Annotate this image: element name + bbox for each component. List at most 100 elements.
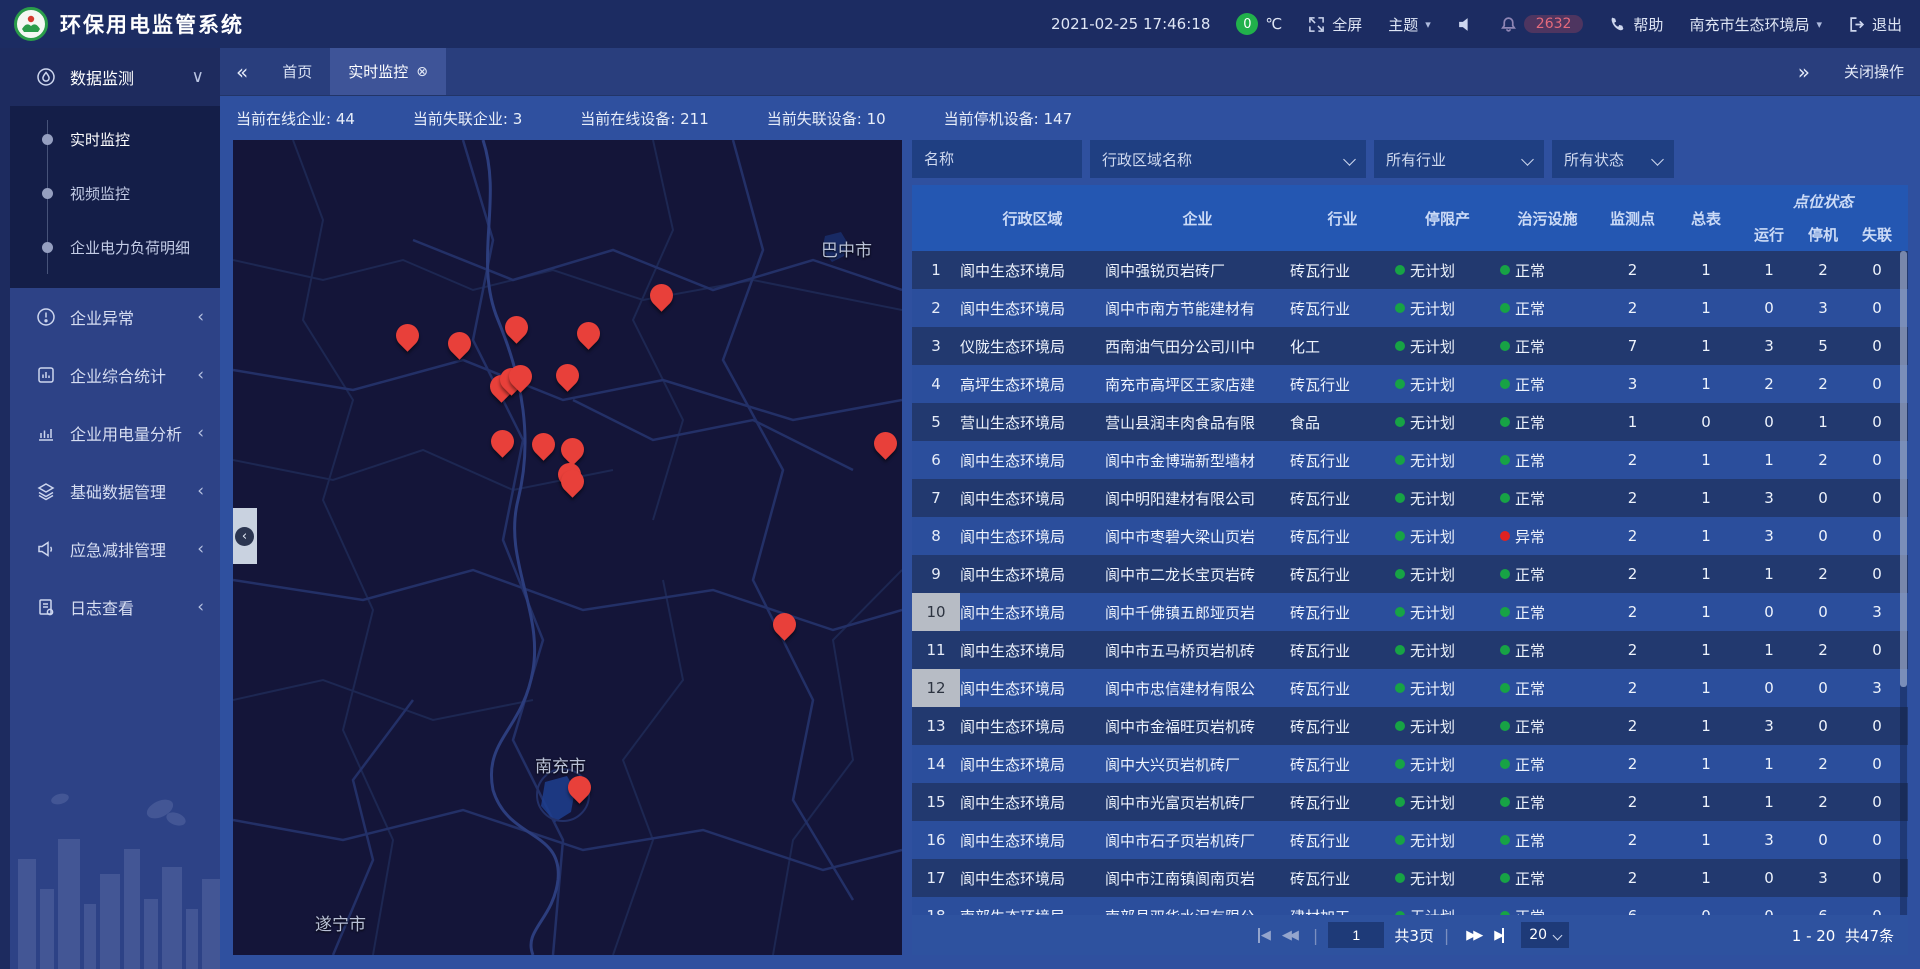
pagination-bar: ◀ ◀◀ | 共3页 | ▶▶ ▶ 20 1 - 20 共47条 — [912, 915, 1908, 955]
speaker-icon — [1457, 16, 1474, 33]
sidebar-item-5[interactable]: 应急减排管理‹ — [10, 520, 220, 578]
tabs-scroll-right-icon[interactable]: » — [1782, 60, 1826, 84]
map-panel[interactable]: 巴中市南充市遂宁市 ‹ — [233, 140, 902, 955]
region-filter-select[interactable]: 行政区域名称 — [1090, 140, 1366, 178]
sidebar-item-6[interactable]: 日志查看‹ — [10, 578, 220, 636]
tab-close-icon[interactable]: ⊗ — [416, 64, 428, 80]
bullet-dot-icon — [42, 134, 53, 145]
theme-menu[interactable]: 主题▾ — [1388, 14, 1431, 35]
chevron-left-icon: ‹ — [197, 307, 204, 327]
sidebar-subitem-0-2[interactable]: 企业电力负荷明细 — [10, 220, 220, 274]
fullscreen-button[interactable]: 全屏 — [1308, 14, 1362, 35]
help-button[interactable]: 帮助 — [1609, 14, 1663, 35]
table-cell: 1 — [1796, 403, 1850, 441]
table-cell: 阆中大兴页岩机砖厂 — [1105, 745, 1290, 783]
table-cell: 无计划 — [1395, 365, 1500, 403]
table-cell: 0 — [1796, 821, 1850, 859]
sidebar-item-1[interactable]: 企业异常 ‹ — [10, 288, 220, 346]
industry-filter-select[interactable]: 所有行业 — [1374, 140, 1544, 178]
table-cell: 2 — [1742, 365, 1796, 403]
notifications[interactable]: 2632 — [1500, 15, 1584, 33]
table-cell: 阆中市五马桥页岩机砖 — [1105, 631, 1290, 669]
table-cell: 0 — [1742, 859, 1796, 897]
sidebar-subitem-0-0[interactable]: 实时监控 — [10, 112, 220, 166]
table-cell: 正常 — [1500, 859, 1595, 897]
table-row[interactable]: 15阆中生态环境局阆中市光富页岩机砖厂砖瓦行业无计划正常21120 — [912, 783, 1908, 821]
sidebar-item-4[interactable]: 基础数据管理‹ — [10, 462, 220, 520]
table-cell: 0 — [1850, 479, 1904, 517]
table-row[interactable]: 17阆中生态环境局阆中市江南镇阆南页岩砖瓦行业无计划正常21030 — [912, 859, 1908, 897]
table-cell: 阆中强锐页岩砖厂 — [1105, 251, 1290, 289]
table-row[interactable]: 4高坪生态环境局南充市高坪区王家店建砖瓦行业无计划正常31220 — [912, 365, 1908, 403]
name-filter-input[interactable] — [912, 140, 1082, 178]
table-cell: 2 — [1595, 441, 1670, 479]
table-row[interactable]: 11阆中生态环境局阆中市五马桥页岩机砖砖瓦行业无计划正常21120 — [912, 631, 1908, 669]
logout-button[interactable]: 退出 — [1848, 14, 1902, 35]
table-row[interactable]: 12阆中生态环境局阆中市忠信建材有限公砖瓦行业无计划正常21003 — [912, 669, 1908, 707]
table-cell: 1 — [912, 251, 960, 289]
sidebar-item-2[interactable]: 企业综合统计‹ — [10, 346, 220, 404]
filter-bar: 行政区域名称 所有行业 所有状态 — [912, 140, 1908, 178]
first-page-icon[interactable]: ◀ — [1258, 928, 1268, 943]
table-cell: 2 — [1595, 289, 1670, 327]
sidebar-item-0[interactable]: 数据监测∨ — [10, 48, 220, 106]
table-cell: 0 — [1850, 555, 1904, 593]
table-cell: 阆中千佛镇五郎垭页岩 — [1105, 593, 1290, 631]
table-cell: 阆中生态环境局 — [960, 517, 1105, 555]
table-cell: 12 — [912, 669, 960, 707]
chevron-left-icon: ‹ — [197, 539, 204, 559]
table-row[interactable]: 7阆中生态环境局阆中明阳建材有限公司砖瓦行业无计划正常21300 — [912, 479, 1908, 517]
table-row[interactable]: 10阆中生态环境局阆中千佛镇五郎垭页岩砖瓦行业无计划正常21003 — [912, 593, 1908, 631]
status-filter-select[interactable]: 所有状态 — [1552, 140, 1674, 178]
table-row[interactable]: 14阆中生态环境局阆中大兴页岩机砖厂砖瓦行业无计划正常21120 — [912, 745, 1908, 783]
table-cell: 1 — [1742, 631, 1796, 669]
table-row[interactable]: 8阆中生态环境局阆中市枣碧大梁山页岩砖瓦行业无计划异常21300 — [912, 517, 1908, 555]
table-cell: 无计划 — [1395, 289, 1500, 327]
table-cell: 2 — [1796, 251, 1850, 289]
table-row[interactable]: 6阆中生态环境局阆中市金博瑞新型墙材砖瓦行业无计划正常21120 — [912, 441, 1908, 479]
page-number-input[interactable] — [1328, 922, 1384, 948]
tab-realtime-monitor[interactable]: 实时监控 ⊗ — [330, 48, 446, 95]
table-row[interactable]: 9阆中生态环境局阆中市二龙长宝页岩砖砖瓦行业无计划正常21120 — [912, 555, 1908, 593]
table-cell: 正常 — [1500, 289, 1595, 327]
table-cell: 0 — [1850, 365, 1904, 403]
sidebar-item-3[interactable]: 企业用电量分析‹ — [10, 404, 220, 462]
table-row[interactable]: 5营山生态环境局营山县润丰肉食品有限食品无计划正常10010 — [912, 403, 1908, 441]
last-page-icon[interactable]: ▶ — [1494, 928, 1504, 943]
table-cell: 0 — [1796, 517, 1850, 555]
table-cell: 0 — [1796, 479, 1850, 517]
sidebar-collapse-handle[interactable]: ‹ — [233, 508, 257, 564]
chevron-down-icon — [1651, 153, 1664, 166]
table-row[interactable]: 1阆中生态环境局阆中强锐页岩砖厂砖瓦行业无计划正常21120 — [912, 251, 1908, 289]
table-cell: 3 — [912, 327, 960, 365]
chevron-left-icon: ‹ — [197, 597, 204, 617]
table-cell: 2 — [1595, 745, 1670, 783]
table-cell: 阆中生态环境局 — [960, 631, 1105, 669]
next-page-icon[interactable]: ▶▶ — [1466, 928, 1480, 943]
close-operations-button[interactable]: 关闭操作 — [1844, 61, 1904, 82]
table-cell: 阆中市南方节能建材有 — [1105, 289, 1290, 327]
sidebar-subitem-0-1[interactable]: 视频监控 — [10, 166, 220, 220]
table-cell: 砖瓦行业 — [1290, 555, 1395, 593]
table-row[interactable]: 2阆中生态环境局阆中市南方节能建材有砖瓦行业无计划正常21030 — [912, 289, 1908, 327]
table-row[interactable]: 13阆中生态环境局阆中市金福旺页岩机砖砖瓦行业无计划正常21300 — [912, 707, 1908, 745]
tab-home[interactable]: 首页 — [264, 48, 330, 95]
status-dot-icon — [1395, 721, 1405, 731]
page-size-select[interactable]: 20 — [1521, 922, 1569, 948]
table-row[interactable]: 3仪陇生态环境局西南油气田分公司川中化工无计划正常71350 — [912, 327, 1908, 365]
sidebar-item-label: 企业异常 — [70, 305, 134, 329]
org-menu[interactable]: 南充市生态环境局▾ — [1689, 14, 1822, 35]
sidebar-item-label: 企业综合统计 — [70, 363, 166, 387]
mute-button[interactable] — [1457, 16, 1474, 33]
table-row[interactable]: 16阆中生态环境局阆中市石子页岩机砖厂砖瓦行业无计划正常21300 — [912, 821, 1908, 859]
prev-page-icon[interactable]: ◀◀ — [1282, 928, 1296, 943]
table-cell: 砖瓦行业 — [1290, 859, 1395, 897]
skyline-watermark — [10, 779, 220, 969]
column-header-2: 企业 — [1105, 185, 1290, 251]
tabs-scroll-left-icon[interactable]: « — [220, 48, 264, 95]
status-dot-icon — [1395, 493, 1405, 503]
table-scrollbar[interactable] — [1900, 251, 1907, 955]
status-dot-icon — [1395, 379, 1405, 389]
table-cell: 阆中市枣碧大梁山页岩 — [1105, 517, 1290, 555]
chevron-down-icon — [1343, 153, 1356, 166]
